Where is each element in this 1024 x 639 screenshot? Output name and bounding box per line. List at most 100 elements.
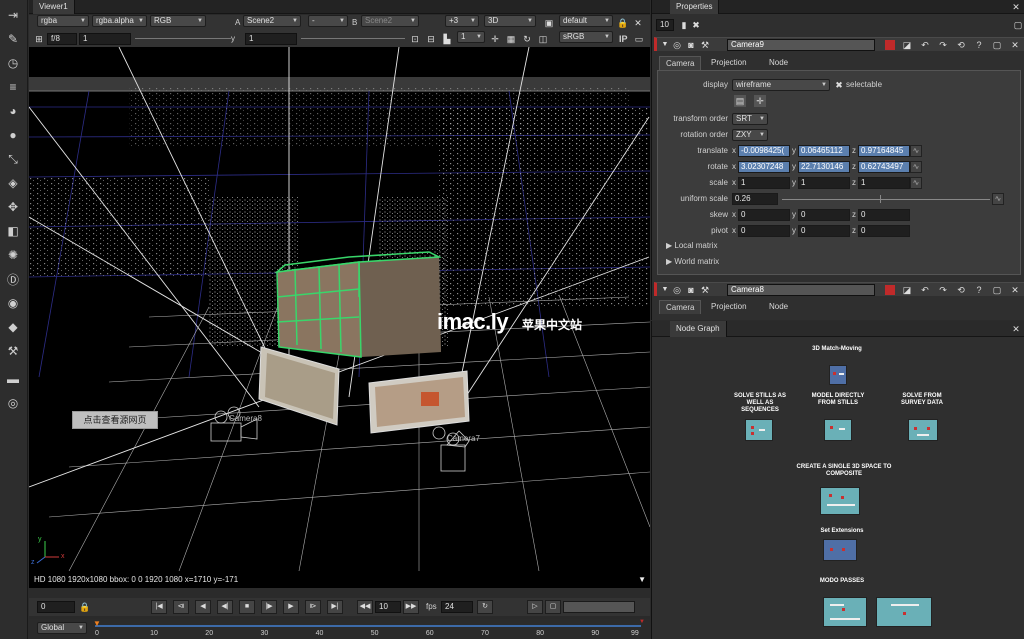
modo-passes-node[interactable]: [823, 597, 867, 627]
range-select[interactable]: Global ▼: [37, 622, 87, 634]
transform-icon[interactable]: ⤡: [4, 150, 22, 168]
palette-icon[interactable]: ◕: [4, 102, 22, 120]
camera-select[interactable]: default ▼: [559, 15, 613, 27]
camera8-tab-node[interactable]: Node: [763, 300, 794, 314]
nuke-icon[interactable]: ◎: [4, 394, 22, 412]
skew-z-field[interactable]: 0: [858, 209, 910, 221]
last-frame-button[interactable]: ▶|: [327, 600, 343, 614]
survey-data-node[interactable]: [908, 419, 938, 441]
set-extensions-node[interactable]: [823, 539, 857, 561]
axis-icon[interactable]: ✛: [754, 95, 766, 107]
tab-viewer1[interactable]: Viewer1: [33, 0, 75, 14]
model-directly-node[interactable]: [824, 419, 852, 441]
frame-field[interactable]: 0: [37, 601, 75, 613]
rotate-x-field[interactable]: 3.02307248: [738, 161, 790, 173]
camera8-tile-icon[interactable]: ◪: [901, 284, 913, 296]
downrez-select[interactable]: 1 ▼: [457, 31, 485, 43]
rotate-z-field[interactable]: 0.62743497: [858, 161, 910, 173]
layers-icon[interactable]: ◈: [4, 174, 22, 192]
tab-node[interactable]: Node: [763, 56, 794, 70]
pivot-x-field[interactable]: 0: [738, 225, 790, 237]
refresh-icon[interactable]: ↻: [521, 33, 533, 45]
camera9-float-icon[interactable]: ▢: [991, 39, 1003, 51]
collapse-icon[interactable]: ▼: [659, 39, 671, 51]
camera8-color-swatch[interactable]: [885, 285, 895, 295]
play-forward-button[interactable]: |▶: [261, 600, 277, 614]
channels-select[interactable]: rgba ▼: [37, 15, 89, 27]
max-panels-field[interactable]: 10: [656, 19, 674, 31]
world-matrix-toggle[interactable]: ▶ World matrix: [666, 256, 719, 268]
first-frame-button[interactable]: |◀: [151, 600, 167, 614]
loop-button[interactable]: ↻: [477, 600, 493, 614]
uniform-scale-curve-icon[interactable]: ∿: [992, 193, 1004, 205]
proxy-icon[interactable]: ▙: [441, 33, 453, 45]
transform-order-select[interactable]: SRT ▼: [732, 113, 768, 125]
a-input-select[interactable]: Scene2 ▼: [243, 15, 301, 27]
film-icon[interactable]: ▬: [4, 370, 22, 388]
step-back-button[interactable]: ◀◀: [357, 600, 373, 614]
tag-icon[interactable]: ◆: [4, 318, 22, 336]
gamma-slider[interactable]: [301, 38, 405, 39]
guide-icon[interactable]: ⊟: [425, 33, 437, 45]
playhead-icon[interactable]: ▼: [93, 619, 101, 628]
rotate-curve-icon[interactable]: ∿: [910, 161, 922, 173]
next-frame-button[interactable]: ▶: [283, 600, 299, 614]
alpha-select[interactable]: rgba.alpha ▼: [92, 15, 147, 27]
b-input-select[interactable]: Scene2 ▼: [361, 15, 419, 27]
step-forward-button[interactable]: ▶▶: [403, 600, 419, 614]
properties-close-icon[interactable]: ✕: [1010, 1, 1022, 13]
camera9-help-icon[interactable]: ?: [973, 39, 985, 51]
colorspace-select[interactable]: RGB ▼: [150, 15, 206, 27]
close-icon[interactable]: ✕: [632, 17, 644, 29]
stop-button[interactable]: ■: [239, 600, 255, 614]
file-icon[interactable]: ▤: [734, 95, 746, 107]
step-field[interactable]: 10: [375, 601, 401, 613]
lut-select[interactable]: sRGB ▼: [559, 31, 613, 43]
camera8-collapse-icon[interactable]: ▼: [659, 284, 671, 296]
pivot-z-field[interactable]: 0: [858, 225, 910, 237]
camera8-undo-icon[interactable]: ↶: [919, 284, 931, 296]
uniform-scale-handle[interactable]: [880, 195, 881, 203]
camera9-close-icon[interactable]: ✕: [1009, 39, 1021, 51]
rotation-order-select[interactable]: ZXY ▼: [732, 129, 768, 141]
camera8-cam-icon[interactable]: ◙: [685, 284, 697, 296]
scale-curve-icon[interactable]: ∿: [910, 177, 922, 189]
camera9-tile-icon[interactable]: ◪: [901, 39, 913, 51]
uniform-scale-slider[interactable]: [782, 199, 990, 200]
translate-z-field[interactable]: 0.97164845: [858, 145, 910, 157]
camera8-wrench-icon[interactable]: ⚒: [699, 284, 711, 296]
particles-icon[interactable]: ✺: [4, 246, 22, 264]
camera9-cam-icon[interactable]: ◙: [685, 39, 697, 51]
viewer-3d-canvas[interactable]: Camera8 Camera7 点击查看源网页 y x z imac.ly 苹果…: [29, 47, 650, 571]
camera9-revert-icon[interactable]: ⟲: [955, 39, 967, 51]
prev-frame-button[interactable]: ◀: [195, 600, 211, 614]
tools-icon[interactable]: ⚒: [4, 342, 22, 360]
d-icon[interactable]: Ⓓ: [4, 270, 22, 288]
bars-icon[interactable]: ≡: [4, 78, 22, 96]
circle-icon[interactable]: ●: [4, 126, 22, 144]
record-button[interactable]: ▢: [545, 600, 561, 614]
eye-icon[interactable]: ◉: [4, 294, 22, 312]
lock-panel-icon[interactable]: ▮: [678, 19, 690, 31]
frame-lock-icon[interactable]: 🔒: [79, 601, 91, 613]
camera-icon[interactable]: ▣: [543, 17, 555, 29]
view-source-link[interactable]: 点击查看源网页: [72, 411, 158, 429]
modo-passes-wide-node[interactable]: [876, 597, 932, 627]
timeline-track[interactable]: [95, 625, 641, 627]
move-icon[interactable]: ✥: [4, 198, 22, 216]
pencil-icon[interactable]: ✎: [4, 30, 22, 48]
fstop-field[interactable]: f/8: [47, 33, 77, 45]
progress-field[interactable]: [563, 601, 635, 613]
gamma-field[interactable]: 1: [245, 33, 297, 45]
play-backward-button[interactable]: ◀|: [217, 600, 233, 614]
display-icon[interactable]: ▭: [633, 33, 645, 45]
ip-button[interactable]: IP: [619, 33, 628, 45]
camera8-tab-camera[interactable]: Camera: [659, 300, 702, 314]
camera8-redo-icon[interactable]: ↷: [937, 284, 949, 296]
solve-stills-node[interactable]: [745, 419, 773, 441]
camera9-color-swatch[interactable]: [885, 40, 895, 50]
zoom-icon[interactable]: ✛: [489, 33, 501, 45]
node-graph-close-icon[interactable]: ✕: [1010, 323, 1022, 335]
camera8-close-icon[interactable]: ✕: [1009, 284, 1021, 296]
pivot-y-field[interactable]: 0: [798, 225, 850, 237]
